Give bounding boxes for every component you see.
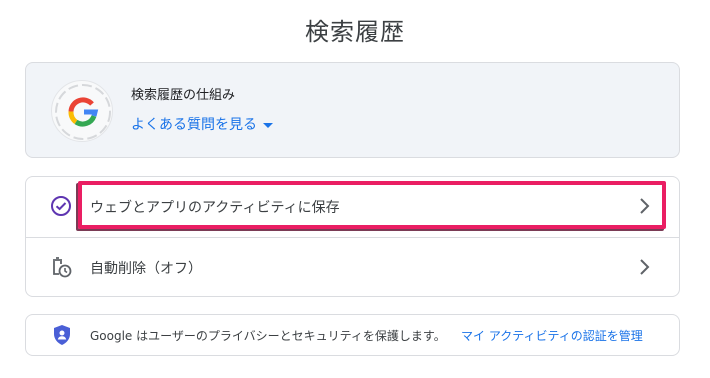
auto-delete-icon [53,257,72,278]
auto-delete-label: 自動削除（オフ） [90,261,202,277]
faq-link-label[interactable]: よくある質問を見る [131,114,257,134]
manage-verification-link[interactable]: マイ アクティビティの認証を管理 [461,327,643,344]
info-title: 検索履歴の仕組み [131,88,236,103]
privacy-text: Google はユーザーのプライバシーとセキュリティを保護します。 [90,329,446,343]
privacy-card: Google はユーザーのプライバシーとセキュリティを保護します。 マイ アクテ… [25,314,680,356]
privacy-shield-icon [54,325,70,345]
auto-delete-row[interactable]: 自動削除（オフ） [26,237,679,298]
settings-card: ウェブとアプリのアクティビティに保存 自動削除（オフ） [25,176,680,297]
page-title: 検索履歴 [305,18,405,46]
highlight-annotation [78,181,666,229]
chevron-right-icon [640,259,650,275]
web-app-activity-row[interactable]: ウェブとアプリのアクティビティに保存 [26,177,679,237]
check-circle-icon [51,196,71,216]
google-logo-icon [51,80,113,142]
caret-down-icon[interactable] [263,123,273,128]
search-history-info-card: 検索履歴の仕組み よくある質問を見る [25,62,680,158]
faq-link[interactable]: よくある質問を見る [131,114,273,134]
